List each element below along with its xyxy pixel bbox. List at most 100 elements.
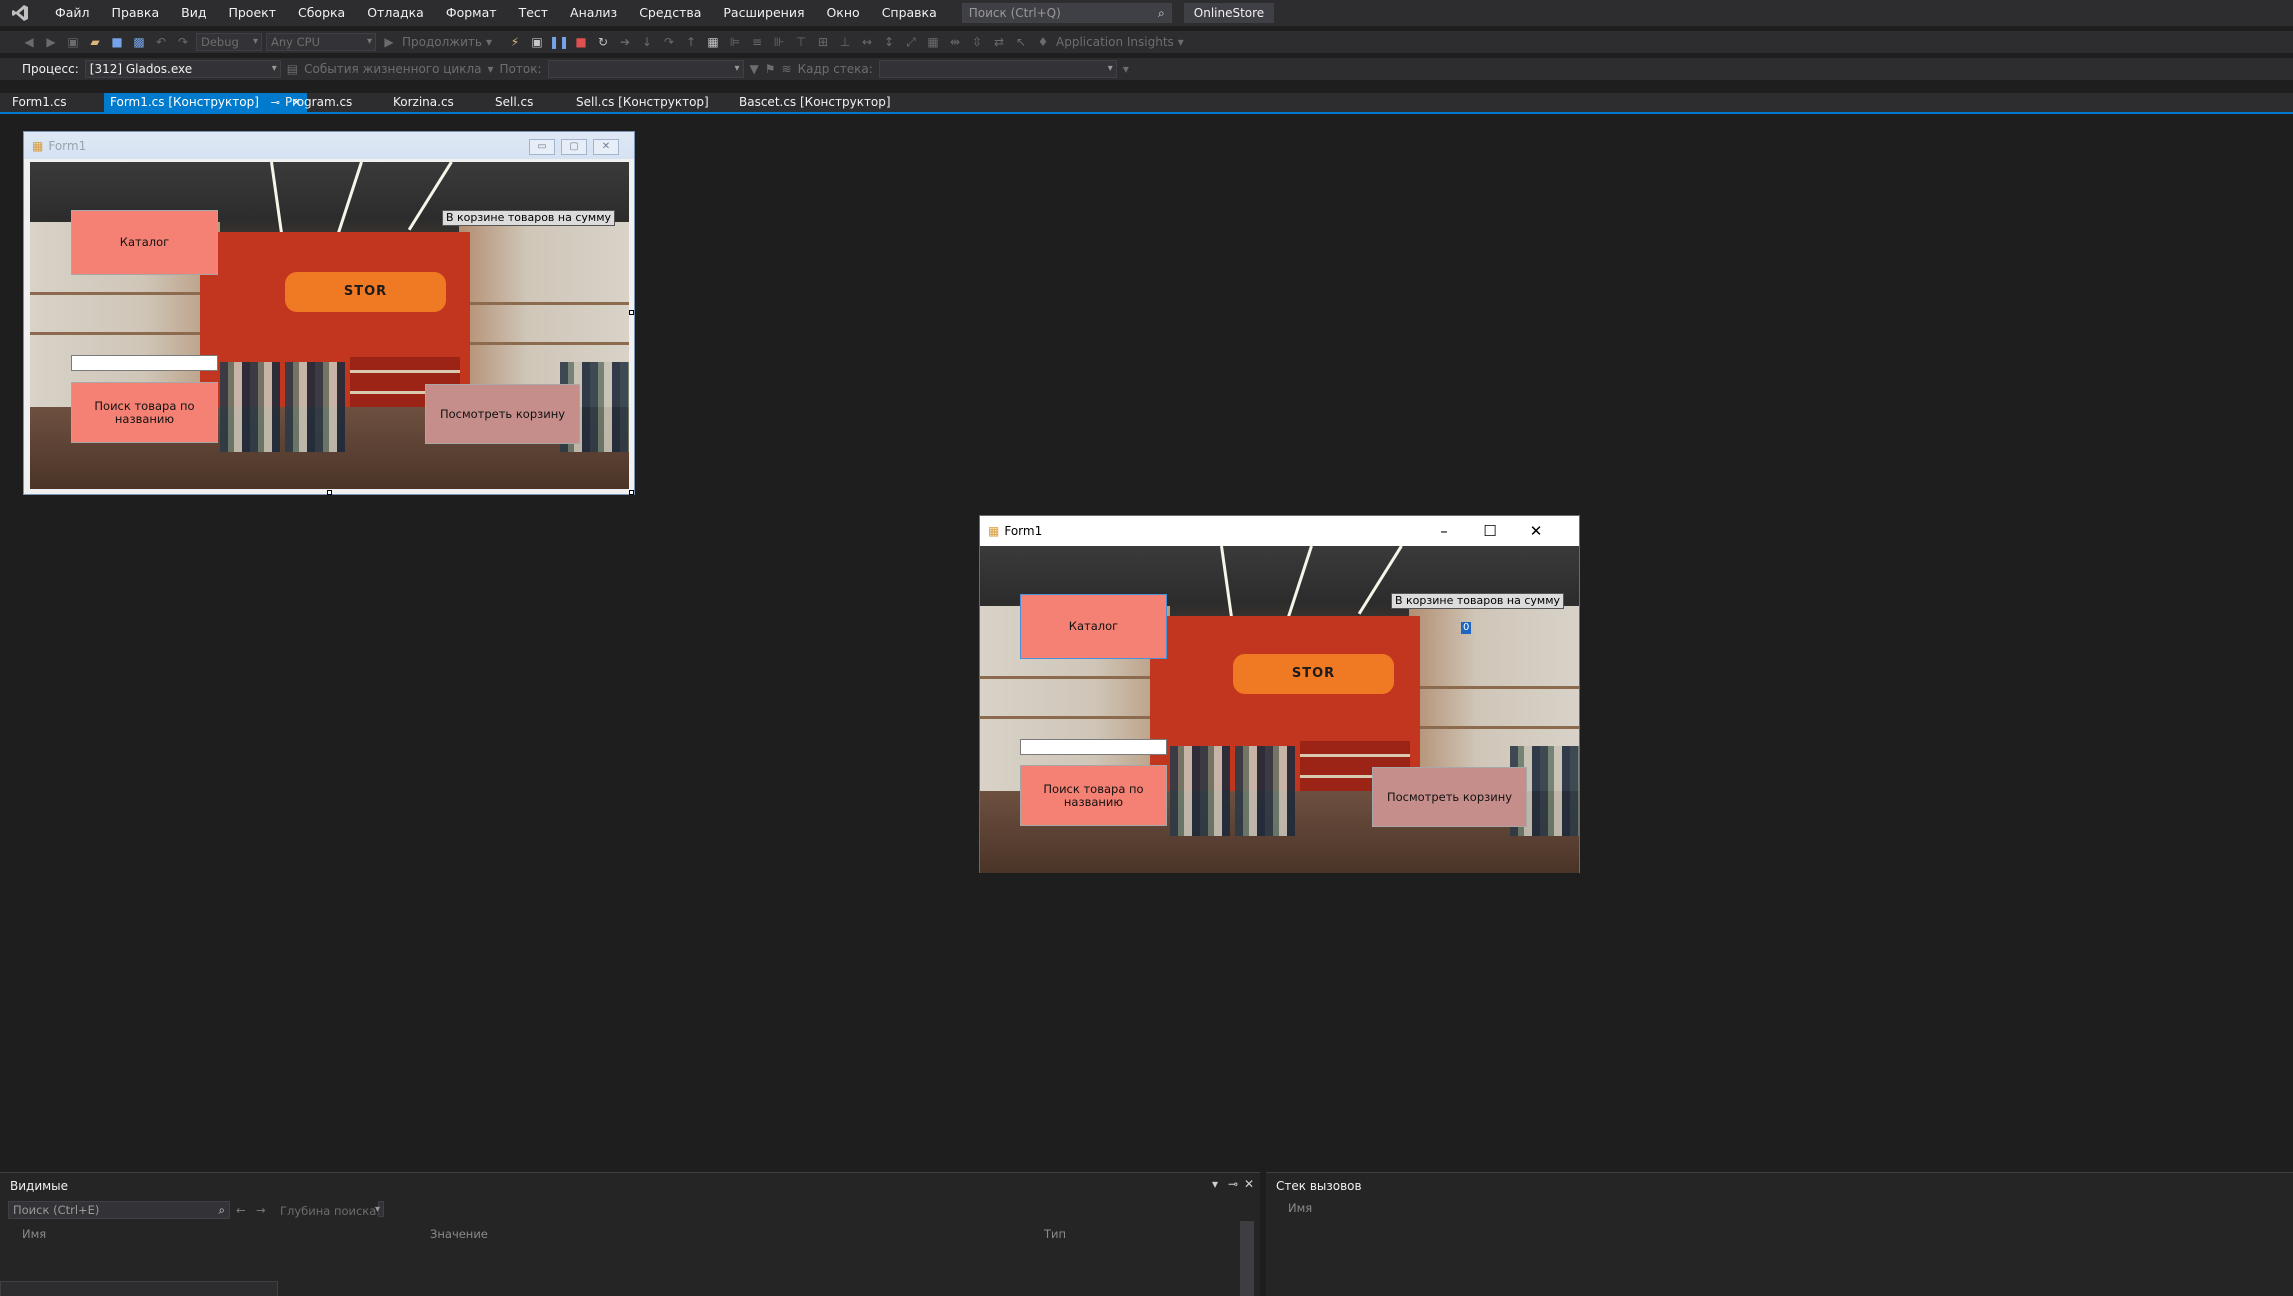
resize-handle-corner[interactable] xyxy=(629,490,634,495)
view-cart-button[interactable]: Посмотреть корзину xyxy=(1372,767,1527,827)
menu-help[interactable]: Справка xyxy=(871,0,948,26)
new-project-icon[interactable]: ▣ xyxy=(64,33,82,51)
menu-edit[interactable]: Правка xyxy=(101,0,171,26)
resize-handle-right[interactable] xyxy=(629,310,634,315)
minimize-icon[interactable]: – xyxy=(1421,516,1467,546)
undo-icon[interactable]: ↶ xyxy=(152,33,170,51)
search-icon[interactable]: ⌕ xyxy=(1158,6,1165,21)
make-same-width-icon[interactable]: ↔ xyxy=(858,33,876,51)
application-insights-button[interactable]: Application Insights xyxy=(1056,35,1174,49)
search-by-name-button[interactable]: Поиск товара по названию xyxy=(1020,765,1167,826)
tab-form1-cs[interactable]: Form1.cs xyxy=(6,93,73,112)
step-out-icon[interactable]: ↑ xyxy=(682,33,700,51)
menu-file[interactable]: Файл xyxy=(44,0,101,26)
save-all-icon[interactable]: ▩ xyxy=(130,33,148,51)
screenshot-icon[interactable]: ▣ xyxy=(528,33,546,51)
pause-icon[interactable]: ❚❚ xyxy=(549,33,569,51)
align-tops-icon[interactable]: ⊤ xyxy=(792,33,810,51)
panel-menu-icon[interactable]: ▾ xyxy=(1212,1177,1218,1191)
search-forward-icon[interactable]: → xyxy=(256,1203,266,1217)
pointer-icon[interactable]: ↖ xyxy=(1012,33,1030,51)
search-by-name-button[interactable]: Поиск товара по названию xyxy=(71,382,218,443)
column-name[interactable]: Имя xyxy=(22,1227,46,1241)
menu-extensions[interactable]: Расширения xyxy=(712,0,815,26)
align-bottoms-icon[interactable]: ⊥ xyxy=(836,33,854,51)
process-combo[interactable]: [312] Glados.exe xyxy=(84,60,281,78)
menu-test[interactable]: Тест xyxy=(508,0,559,26)
flag-icon[interactable]: ⚑ xyxy=(765,62,776,76)
size-to-grid-icon[interactable]: ▦ xyxy=(924,33,942,51)
search-depth-combo[interactable] xyxy=(378,1201,384,1217)
search-textbox[interactable] xyxy=(1020,739,1167,755)
configuration-combo[interactable]: Debug xyxy=(196,33,262,51)
search-back-icon[interactable]: ← xyxy=(236,1203,246,1217)
designer-form-window[interactable]: ▦ Form1 ▭ ▢ ✕ STOR Каталог Поиск товара … xyxy=(23,131,635,495)
tab-sell-cs[interactable]: Sell.cs xyxy=(489,93,539,112)
search-textbox[interactable] xyxy=(71,355,218,371)
toolbar-overflow-icon[interactable]: ▾ xyxy=(1123,62,1129,76)
column-type[interactable]: Тип xyxy=(1044,1227,1066,1241)
menu-format[interactable]: Формат xyxy=(435,0,508,26)
hot-reload-icon[interactable]: ⚡ xyxy=(506,33,524,51)
lifecycle-dropdown-icon[interactable]: ▾ xyxy=(488,62,494,76)
filter-icon[interactable]: ▼ xyxy=(750,62,759,76)
lifecycle-icon[interactable]: ▤ xyxy=(287,62,298,76)
insights-dropdown-icon[interactable]: ▾ xyxy=(1178,35,1184,49)
locals-search-input[interactable]: Поиск (Ctrl+E) ⌕ xyxy=(8,1201,230,1219)
redo-icon[interactable]: ↷ xyxy=(174,33,192,51)
insights-icon[interactable]: ♦ xyxy=(1034,33,1052,51)
stack-frame-combo[interactable] xyxy=(878,60,1117,78)
horizontal-spacing-icon[interactable]: ⇹ xyxy=(946,33,964,51)
maximize-icon[interactable]: ☐ xyxy=(1467,516,1513,546)
catalog-button[interactable]: Каталог xyxy=(71,210,218,275)
column-value[interactable]: Значение xyxy=(430,1227,488,1241)
menu-window[interactable]: Окно xyxy=(815,0,870,26)
pin-icon[interactable]: ⊸ xyxy=(1228,1177,1238,1191)
align-middles-icon[interactable]: ⊞ xyxy=(814,33,832,51)
designer-client-area[interactable]: STOR Каталог Поиск товара по названию По… xyxy=(30,162,629,489)
make-same-height-icon[interactable]: ↕ xyxy=(880,33,898,51)
quick-launch-search[interactable]: Поиск (Ctrl+Q) ⌕ xyxy=(961,3,1172,23)
catalog-button[interactable]: Каталог xyxy=(1020,594,1167,659)
open-folder-icon[interactable]: ▰ xyxy=(86,33,104,51)
back-icon[interactable]: ◀ xyxy=(20,33,38,51)
lifecycle-events-button[interactable]: События жизненного цикла xyxy=(304,62,481,76)
menu-analyze[interactable]: Анализ xyxy=(559,0,628,26)
step-over-icon[interactable]: ↷ xyxy=(660,33,678,51)
tab-form1-designer[interactable]: Form1.cs [Конструктор] ⊸ ✕ xyxy=(104,93,308,112)
thread-combo[interactable] xyxy=(547,60,744,78)
search-icon[interactable]: ⌕ xyxy=(219,1202,225,1218)
align-rights-icon[interactable]: ⊪ xyxy=(770,33,788,51)
step-into-icon[interactable]: ↓ xyxy=(638,33,656,51)
diagnostics-icon[interactable]: ▦ xyxy=(704,33,722,51)
menu-project[interactable]: Проект xyxy=(217,0,287,26)
vertical-spacing-icon[interactable]: ⇳ xyxy=(968,33,986,51)
tab-sell-designer[interactable]: Sell.cs [Конструктор] xyxy=(570,93,715,112)
tab-bascet-designer[interactable]: Bascet.cs [Конструктор] xyxy=(733,93,897,112)
save-icon[interactable]: ■ xyxy=(108,33,126,51)
tab-order-icon[interactable]: ⇄ xyxy=(990,33,1008,51)
continue-icon[interactable]: ▶ xyxy=(380,33,398,51)
align-lefts-icon[interactable]: ⊫ xyxy=(726,33,744,51)
locals-scrollbar[interactable] xyxy=(1240,1221,1254,1296)
visual-studio-logo-icon[interactable] xyxy=(8,2,32,24)
close-panel-icon[interactable]: ✕ xyxy=(1244,1177,1254,1191)
platform-combo[interactable]: Any CPU xyxy=(266,33,376,51)
continue-button[interactable]: Продолжить xyxy=(402,35,482,49)
tab-korzina-cs[interactable]: Korzina.cs xyxy=(387,93,460,112)
continue-dropdown-icon[interactable]: ▾ xyxy=(486,35,492,49)
close-icon[interactable]: ✕ xyxy=(1513,516,1559,546)
menu-view[interactable]: Вид xyxy=(170,0,217,26)
view-cart-button[interactable]: Посмотреть корзину xyxy=(425,384,580,444)
stack-frame-icon[interactable]: ≋ xyxy=(782,62,792,76)
running-form-window[interactable]: ▦ Form1 – ☐ ✕ STOR Каталог Поиск товара … xyxy=(979,515,1580,873)
autos-tab[interactable] xyxy=(0,1281,278,1296)
align-centers-icon[interactable]: ≡ xyxy=(748,33,766,51)
show-next-statement-icon[interactable]: ➔ xyxy=(616,33,634,51)
menu-build[interactable]: Сборка xyxy=(287,0,356,26)
stop-icon[interactable]: ■ xyxy=(572,33,590,51)
make-same-size-icon[interactable]: ⤢ xyxy=(902,33,920,51)
resize-handle-bottom[interactable] xyxy=(327,490,332,495)
menu-tools[interactable]: Средства xyxy=(628,0,712,26)
tab-program-cs[interactable]: Program.cs xyxy=(279,93,358,112)
